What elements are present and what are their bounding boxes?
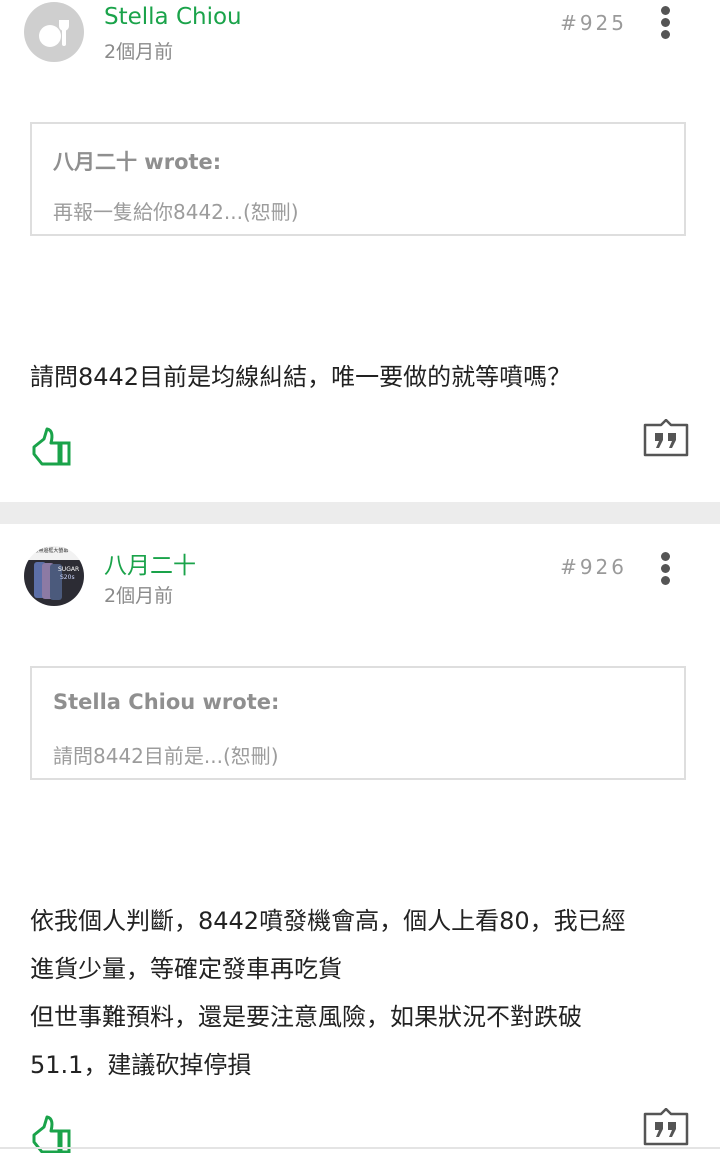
quote-reply-icon[interactable]: [643, 418, 689, 459]
author-name[interactable]: Stella Chiou: [104, 4, 242, 30]
post-925: Stella Chiou 2個月前 #925 八月二十 wrote: 再報一隻給…: [0, 0, 720, 502]
post-content: 依我個人判斷，8442噴發機會高，個人上看80，我已經 進貨少量，等確定發車再吃…: [30, 897, 700, 1089]
post-separator: [0, 502, 720, 524]
more-options-icon[interactable]: [656, 6, 676, 40]
quote-title: 八月二十 wrote:: [53, 150, 222, 174]
floor-number: #926: [560, 555, 627, 579]
quote-block: 八月二十 wrote: 再報一隻給你8442...(恕刪): [30, 122, 686, 236]
quote-title: Stella Chiou wrote:: [53, 690, 280, 714]
content-line: 請問8442目前是均線糾結，唯一要做的就等噴嗎？: [30, 363, 572, 391]
default-avatar-icon[interactable]: [24, 2, 84, 62]
avatar-banner-text: 18吋無邊框大螢幕: [27, 548, 69, 554]
post-time: 2個月前: [104, 41, 174, 63]
content-line: 進貨少量，等確定發車再吃貨: [30, 955, 342, 983]
more-options-icon[interactable]: [656, 552, 676, 586]
quote-text: 再報一隻給你8442...(恕刪): [53, 200, 299, 224]
quote-text: 請問8442目前是...(恕刪): [53, 744, 279, 768]
quote-reply-icon[interactable]: [643, 1107, 689, 1148]
post-content: 請問8442目前是均線糾結，唯一要做的就等噴嗎？: [30, 353, 700, 401]
avatar-model-text: S20s: [60, 574, 75, 581]
quote-block: Stella Chiou wrote: 請問8442目前是...(恕刪): [30, 666, 686, 780]
bottom-border: [0, 1147, 720, 1149]
thumbs-up-icon[interactable]: [30, 427, 74, 467]
author-name[interactable]: 八月二十: [104, 546, 196, 580]
content-line: 依我個人判斷，8442噴發機會高，個人上看80，我已經: [30, 907, 626, 935]
user-avatar[interactable]: 18吋無邊框大螢幕 SUGAR S20s: [24, 546, 84, 606]
avatar-brand-text: SUGAR: [58, 566, 80, 573]
floor-number: #925: [560, 11, 627, 35]
content-line: 51.1，建議砍掉停損: [30, 1051, 252, 1079]
post-926: 18吋無邊框大螢幕 SUGAR S20s 八月二十 2個月前 #926 Stel…: [0, 524, 720, 1156]
post-time: 2個月前: [104, 585, 174, 607]
content-line: 但世事難預料，還是要注意風險，如果狀況不對跌破: [30, 1003, 582, 1031]
